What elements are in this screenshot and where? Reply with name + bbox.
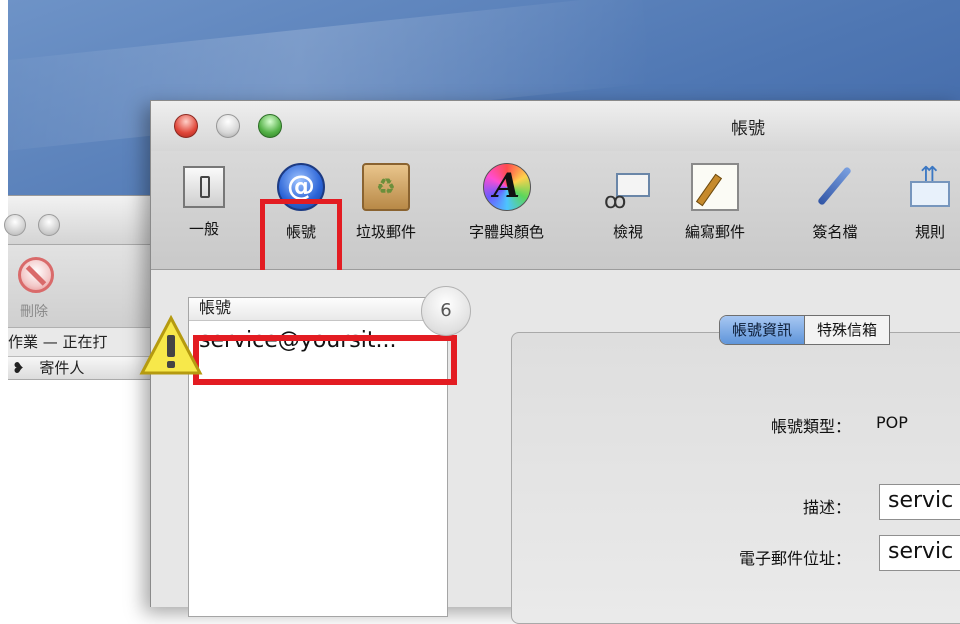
close-window-button[interactable] [174, 114, 198, 138]
account-type-label: 帳號類型： [770, 417, 851, 436]
toolbar-item-general[interactable]: 一般 [183, 163, 225, 239]
account-info-panel [511, 332, 960, 624]
description-label: 描述： [802, 498, 851, 517]
delete-icon[interactable] [18, 257, 54, 293]
account-highlight-box [193, 335, 457, 385]
tab-account-information[interactable]: 帳號資訊 [720, 316, 806, 344]
toolbar-label-viewing: 檢視 [612, 223, 643, 241]
toolbar-item-junk-mail[interactable]: 垃圾郵件 [356, 163, 416, 242]
preferences-toolbar: 一般 @ 帳號 垃圾郵件 字體與顏色 ꝏ 檢視 編寫郵件 簽名檔 [151, 151, 960, 316]
window-titlebar: 帳號 [151, 101, 960, 151]
toolbar-item-fonts-colors[interactable]: 字體與顏色 [469, 163, 544, 242]
activity-status-text: 作業 — 正在打 [8, 333, 108, 351]
compose-pencil-icon [691, 163, 739, 211]
signature-pen-icon [811, 163, 859, 211]
preferences-window: 帳號 一般 @ 帳號 垃圾郵件 字體與顏色 ꝏ 檢視 編寫郵件 [139, 100, 960, 624]
toolbar-label-signatures: 簽名檔 [812, 223, 858, 241]
account-tabs: 帳號資訊 特殊信箱 [719, 315, 891, 345]
toolbar-item-composing[interactable]: 編寫郵件 [685, 163, 745, 242]
toolbar-label-junk-mail: 垃圾郵件 [356, 223, 417, 241]
accounts-list-header: 帳號 [189, 298, 447, 321]
column-header-from[interactable]: 寄件人 [39, 359, 84, 377]
minimize-window-button[interactable] [216, 114, 240, 138]
email-address-field[interactable]: servic [879, 535, 960, 571]
fonts-colors-icon [482, 163, 531, 211]
toolbar-label-fonts-colors: 字體與顏色 [469, 223, 545, 241]
zoom-window-button[interactable] [258, 114, 282, 138]
toolbar-label-general: 一般 [188, 220, 219, 238]
toolbar-label-rules: 規則 [914, 223, 945, 241]
description-field[interactable]: servic [879, 484, 960, 520]
toolbar-item-signatures[interactable]: 簽名檔 [811, 163, 859, 242]
email-address-label: 電子郵件位址： [738, 549, 851, 568]
account-type-value: POP [876, 413, 908, 432]
toolbar-item-rules[interactable]: ⇈ 規則 [906, 163, 954, 242]
accounts-content: 帳號 service@yoursit... 6 帳號資訊 特殊信箱 帳號類型： … [139, 270, 960, 624]
general-switch-icon [183, 166, 225, 208]
step-badge: 6 [421, 286, 471, 336]
window-title: 帳號 [731, 119, 765, 139]
tab-special-mailboxes[interactable]: 特殊信箱 [805, 316, 889, 344]
speech-bubble-icon: ❥ [12, 359, 25, 377]
junk-mail-icon [362, 163, 410, 211]
close-button[interactable] [4, 214, 26, 236]
delete-label[interactable]: 刪除 [20, 301, 48, 321]
minimize-button[interactable] [38, 214, 60, 236]
view-glasses-icon: ꝏ [604, 163, 652, 214]
toolbar-item-viewing[interactable]: ꝏ 檢視 [604, 163, 652, 242]
toolbar-label-composing: 編寫郵件 [685, 223, 746, 241]
warning-icon [139, 315, 203, 375]
rules-icon: ⇈ [906, 163, 954, 211]
